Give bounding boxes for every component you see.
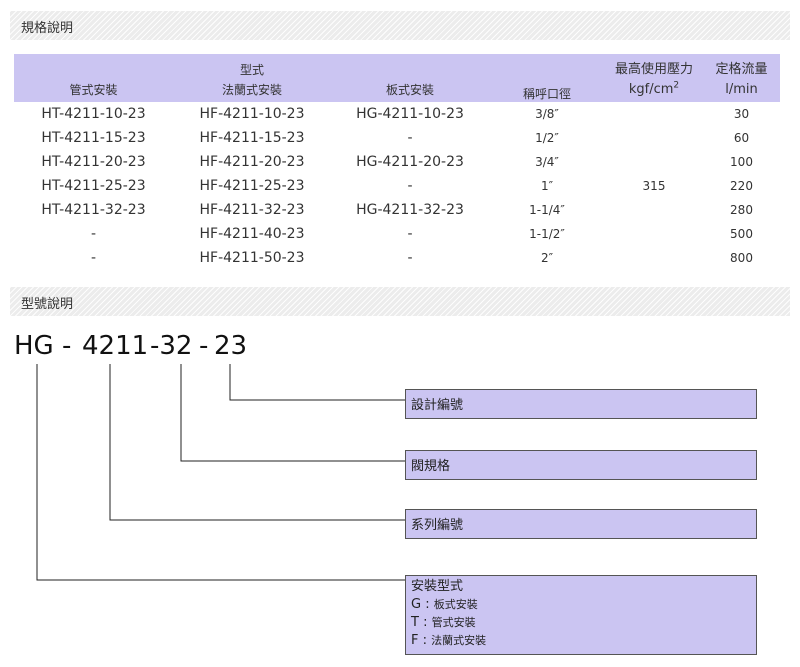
connector-size [180,364,405,462]
connector-design [229,364,405,401]
box-design-number: 設計編號 [405,389,757,419]
connector-install [36,364,405,581]
connector-lines [36,364,405,581]
install-option-t: T : 管式安裝 [411,615,476,630]
install-option-f: F : 法蘭式安裝 [411,633,487,648]
box-install-type: 安裝型式 G : 板式安裝 T : 管式安裝 F : 法蘭式安裝 [405,575,757,655]
connector-series [109,364,405,521]
box-series-number: 系列編號 [405,509,757,539]
install-option-g: G : 板式安裝 [411,597,478,612]
box-valve-size: 閥規格 [405,450,757,480]
install-type-title: 安裝型式 [411,579,464,594]
